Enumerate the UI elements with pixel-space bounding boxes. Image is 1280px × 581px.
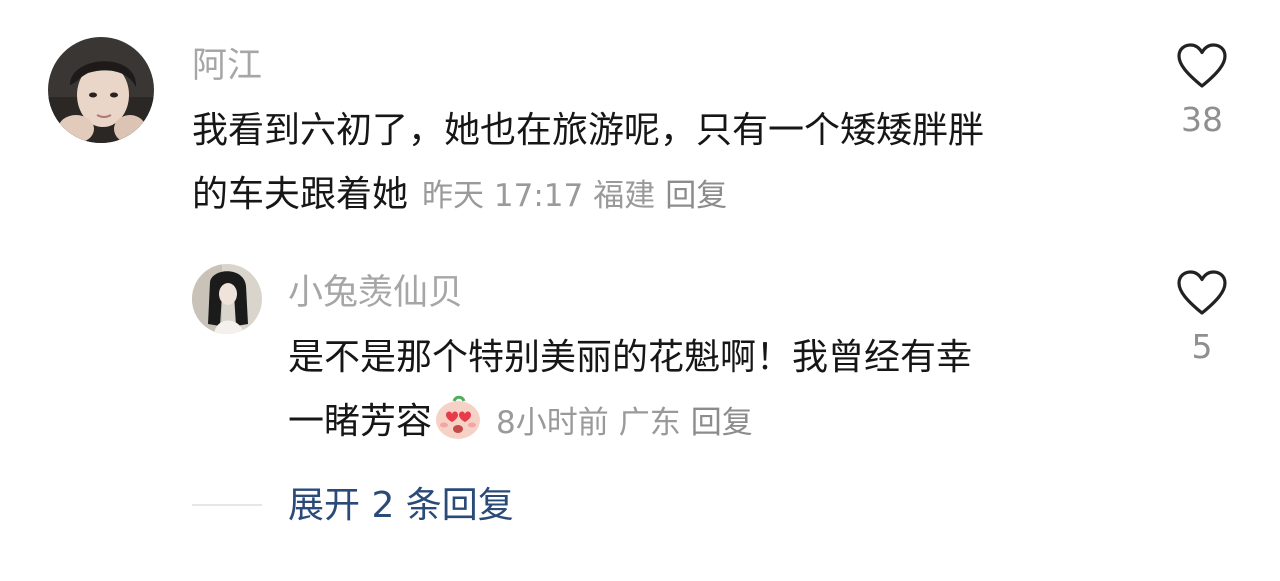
comment-text: 我看到六初了，她也在旅游呢，只有一个矮矮胖胖 的车夫跟着她 昨天 17:17 福建回… bbox=[192, 99, 984, 228]
comment-text-line: 一睹芳容 8小时前 广东 回复 bbox=[288, 390, 972, 455]
avatar[interactable] bbox=[48, 37, 154, 143]
comment-meta: 昨天 17:17 福建 回复 bbox=[422, 178, 737, 214]
comment-text: 是不是那个特别美丽的花魁啊！我曾经有幸 一睹芳容 8小时前 广东 回复 bbox=[288, 326, 972, 455]
like-control: 5 bbox=[1172, 269, 1232, 367]
reply-button[interactable]: 回复 bbox=[665, 178, 727, 214]
comment-time: 昨天 17:17 bbox=[422, 178, 584, 214]
username[interactable]: 阿江 bbox=[192, 46, 262, 86]
heart-icon[interactable] bbox=[1176, 269, 1228, 317]
divider bbox=[192, 504, 262, 506]
like-control: 38 bbox=[1172, 42, 1232, 140]
comment-text-line: 是不是那个特别美丽的花魁啊！我曾经有幸 bbox=[288, 337, 973, 378]
heart-eyes-emoji bbox=[436, 395, 481, 439]
avatar[interactable] bbox=[192, 264, 262, 334]
comment-text-line: 的车夫跟着她 昨天 17:17 福建 回复 bbox=[192, 163, 984, 228]
comment-location: 广东 bbox=[618, 405, 681, 441]
heart-icon[interactable] bbox=[1176, 42, 1228, 90]
comment-location: 福建 bbox=[593, 178, 656, 214]
comment-meta: 8小时前 广东 回复 bbox=[496, 405, 763, 441]
like-count: 38 bbox=[1181, 100, 1223, 139]
user-avatar-image bbox=[192, 264, 262, 334]
comment-text-continued: 一睹芳容 bbox=[288, 401, 433, 442]
user-avatar-image bbox=[48, 37, 154, 143]
like-count: 5 bbox=[1191, 327, 1213, 366]
comment-text-continued: 的车夫跟着她 bbox=[192, 174, 409, 215]
comment-text-line: 我看到六初了，她也在旅游呢，只有一个矮矮胖胖 bbox=[192, 110, 985, 151]
reply-button[interactable]: 回复 bbox=[691, 405, 753, 441]
expand-replies-button[interactable]: 展开 2 条回复 bbox=[288, 484, 514, 528]
username[interactable]: 小兔羡仙贝 bbox=[288, 273, 463, 313]
comment-time: 8小时前 bbox=[496, 405, 609, 441]
